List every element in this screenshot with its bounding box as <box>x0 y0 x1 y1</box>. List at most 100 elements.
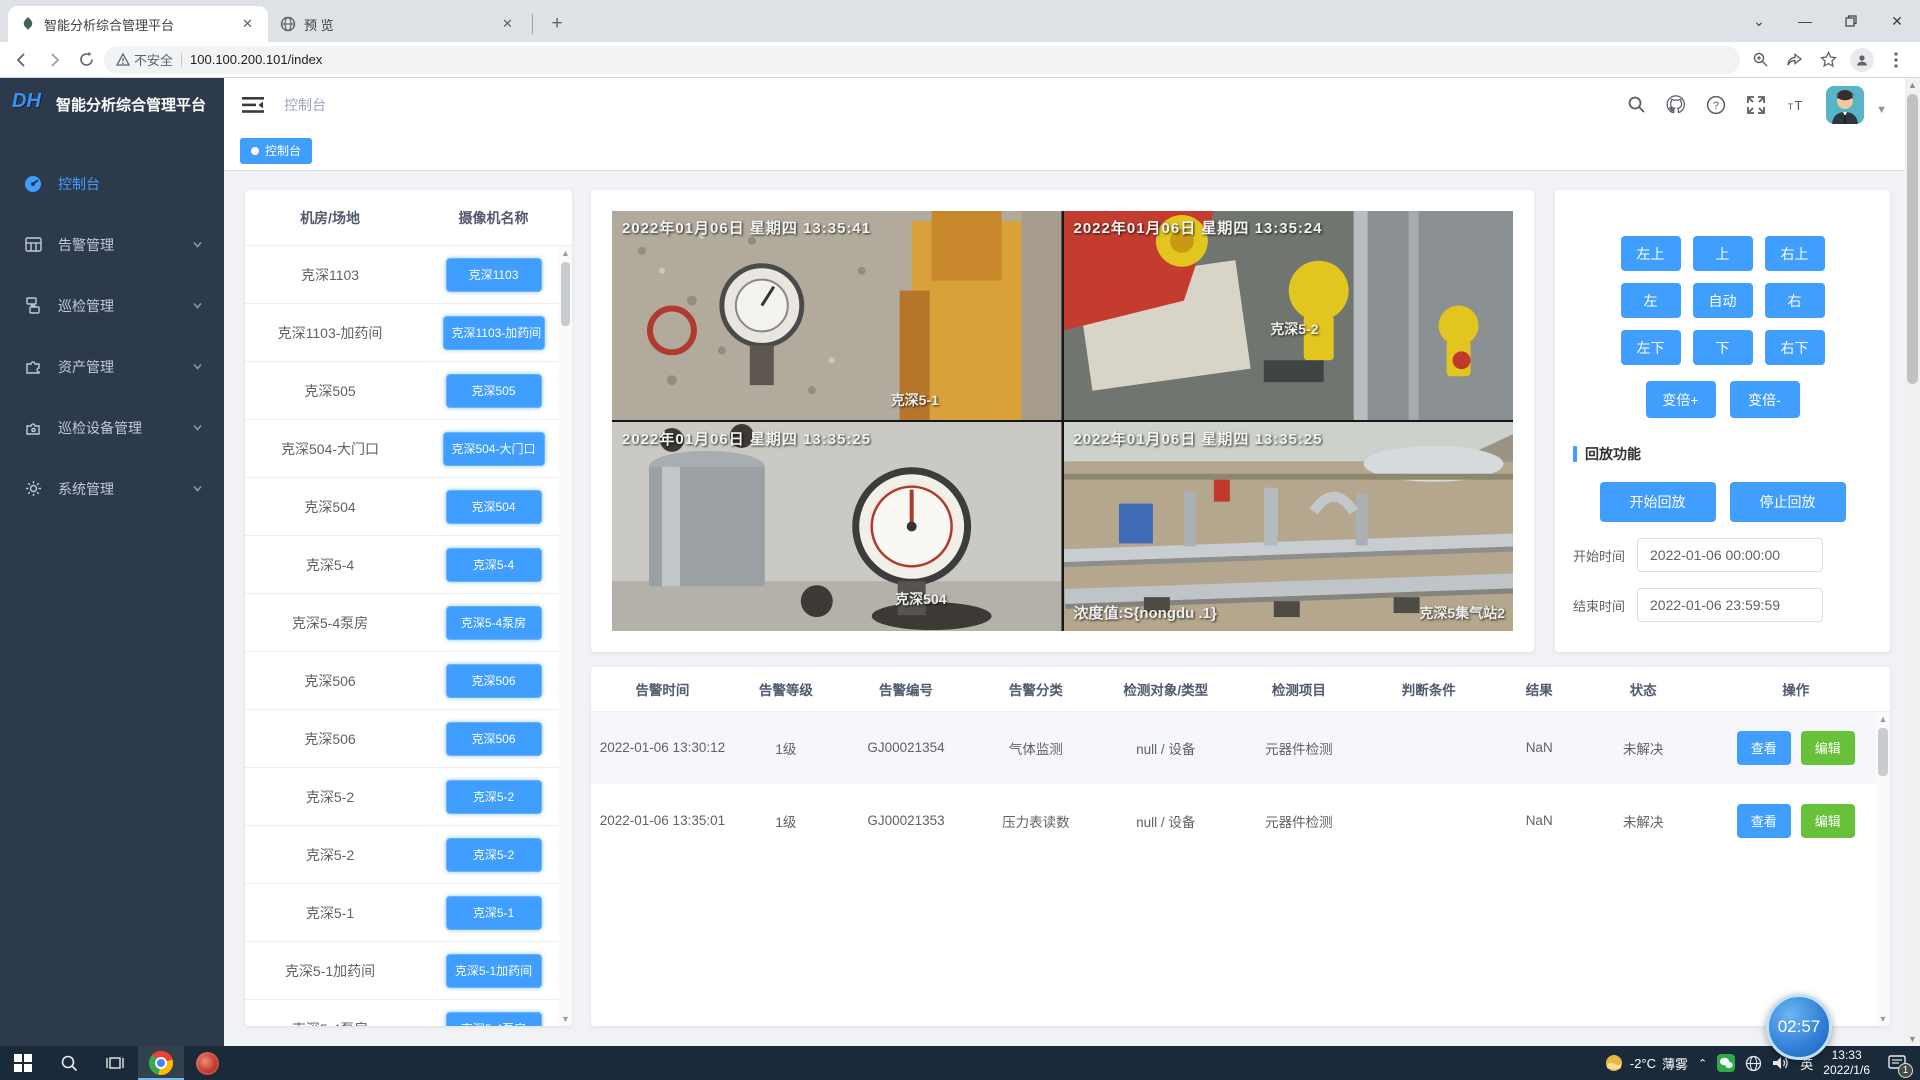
camera-select-button[interactable]: 克深5-2 <box>446 838 542 872</box>
camera-select-button[interactable]: 克深506 <box>446 722 542 756</box>
edit-button[interactable]: 编辑 <box>1801 804 1855 838</box>
camera-list-scrollbar[interactable]: ▲ ▼ <box>559 246 572 1026</box>
camera-select-button[interactable]: 克深505 <box>446 374 542 408</box>
camera-feed-3[interactable]: 2022年01月06日 星期四 13:35:25 克深504 <box>612 422 1062 631</box>
end-time-input[interactable]: 2022-01-06 23:59:59 <box>1637 588 1823 622</box>
sidebar-item-告警管理[interactable]: 告警管理 <box>0 214 224 275</box>
sidebar-item-巡检管理[interactable]: 巡检管理 <box>0 275 224 336</box>
video-camera-label: 克深5-2 <box>1270 319 1318 339</box>
scroll-thumb[interactable] <box>561 262 570 326</box>
new-tab-button[interactable]: + <box>543 10 571 38</box>
help-question-icon[interactable]: ? <box>1706 95 1726 115</box>
avatar-caret-icon[interactable]: ▼ <box>1876 104 1887 116</box>
camera-select-button[interactable]: 克深1103 <box>446 258 542 292</box>
taskbar-search-icon[interactable] <box>46 1046 92 1080</box>
security-warning[interactable]: 不安全 <box>116 50 173 69</box>
browser-tab-preview[interactable]: 预 览 ✕ <box>268 6 528 42</box>
window-restore-button[interactable] <box>1828 0 1874 42</box>
camera-select-button[interactable]: 克深5-2 <box>446 780 542 814</box>
taskbar-clock[interactable]: 13:33 2022/1/6 <box>1823 1048 1870 1078</box>
scroll-up-icon[interactable]: ▲ <box>1908 80 1917 90</box>
browser-tab-platform[interactable]: 智能分析综合管理平台 ✕ <box>8 6 268 42</box>
share-icon[interactable] <box>1782 48 1806 72</box>
browser-menu-icon[interactable] <box>1884 48 1908 72</box>
red-app-icon[interactable] <box>184 1046 230 1080</box>
page-scrollbar[interactable]: ▲ ▼ <box>1905 78 1920 1046</box>
recording-timer-bubble[interactable]: 02:57 <box>1766 994 1832 1060</box>
tab-close-icon[interactable]: ✕ <box>499 16 516 33</box>
network-globe-icon[interactable] <box>1745 1055 1762 1072</box>
browser-profile-icon[interactable] <box>1850 48 1874 72</box>
view-button[interactable]: 查看 <box>1737 804 1791 838</box>
task-view-icon[interactable] <box>92 1046 138 1080</box>
wechat-tray-icon[interactable] <box>1717 1054 1735 1072</box>
camera-feed-4[interactable]: 2022年01月06日 星期四 13:35:25 浓度值:S{nongdu .1… <box>1064 422 1514 631</box>
camera-select-button[interactable]: 克深504-大门口 <box>443 432 545 466</box>
start-playback-button[interactable]: 开始回放 <box>1600 482 1716 522</box>
camera-select-button[interactable]: 克深1103-加药间 <box>443 316 545 350</box>
camera-select-button[interactable]: 克深5-4泵房 <box>446 1012 542 1027</box>
camera-select-button[interactable]: 克深5-4 <box>446 548 542 582</box>
weather-widget[interactable]: -2°C 薄雾 <box>1604 1053 1688 1073</box>
tab-search-chevron-icon[interactable]: ⌄ <box>1736 0 1782 42</box>
sidebar-item-系统管理[interactable]: 系统管理 <box>0 458 224 519</box>
camera-select-button[interactable]: 克深506 <box>446 664 542 698</box>
scroll-down-icon[interactable]: ▼ <box>1879 1014 1888 1024</box>
scroll-up-icon[interactable]: ▲ <box>561 248 570 258</box>
camera-select-button[interactable]: 克深504 <box>446 490 542 524</box>
camera-feed-1[interactable]: 2022年01月06日 星期四 13:35:41 克深5-1 <box>612 211 1062 420</box>
camera-select-button[interactable]: 克深5-1 <box>446 896 542 930</box>
sidebar-item-资产管理[interactable]: 资产管理 <box>0 336 224 397</box>
view-button[interactable]: 查看 <box>1737 731 1791 765</box>
route-tag-console[interactable]: 控制台 <box>240 138 312 164</box>
forward-icon[interactable] <box>40 46 68 74</box>
github-icon[interactable] <box>1666 95 1686 115</box>
ptz-button-左[interactable]: 左 <box>1621 283 1681 318</box>
reload-icon[interactable] <box>72 46 100 74</box>
back-icon[interactable] <box>8 46 36 74</box>
scroll-up-icon[interactable]: ▲ <box>1879 714 1888 724</box>
zoom-in-button[interactable]: 变倍+ <box>1646 381 1716 418</box>
hamburger-icon[interactable] <box>242 96 264 114</box>
tray-expand-icon[interactable]: ⌃ <box>1698 1057 1707 1070</box>
sidebar-item-巡检设备管理[interactable]: 巡检设备管理 <box>0 397 224 458</box>
ptz-button-右上[interactable]: 右上 <box>1765 236 1825 271</box>
address-bar[interactable]: 不安全 100.100.200.101/index <box>104 46 1740 74</box>
camera-select-button[interactable]: 克深5-4泵房 <box>446 606 542 640</box>
start-time-input[interactable]: 2022-01-06 00:00:00 <box>1637 538 1823 572</box>
edit-button[interactable]: 编辑 <box>1801 731 1855 765</box>
start-button[interactable] <box>0 1046 46 1080</box>
search-icon[interactable] <box>1626 95 1646 115</box>
zoom-out-button[interactable]: 变倍- <box>1730 381 1800 418</box>
action-center-icon[interactable]: 1 <box>1880 1046 1914 1080</box>
url-text[interactable]: 100.100.200.101/index <box>190 52 322 67</box>
user-avatar[interactable] <box>1826 86 1864 124</box>
camera-select-button[interactable]: 克深5-1加药间 <box>446 954 542 988</box>
ptz-button-自动[interactable]: 自动 <box>1693 283 1753 318</box>
font-size-icon[interactable]: TT <box>1786 95 1806 115</box>
ptz-button-左下[interactable]: 左下 <box>1621 330 1681 365</box>
ptz-button-上[interactable]: 上 <box>1693 236 1753 271</box>
window-minimize-button[interactable]: — <box>1782 0 1828 42</box>
scroll-thumb[interactable] <box>1907 94 1918 384</box>
inspection-icon <box>24 297 42 315</box>
window-close-button[interactable]: ✕ <box>1874 0 1920 42</box>
ptz-button-右下[interactable]: 右下 <box>1765 330 1825 365</box>
tab-close-icon[interactable]: ✕ <box>239 16 256 33</box>
ptz-button-下[interactable]: 下 <box>1693 330 1753 365</box>
fullscreen-icon[interactable] <box>1746 95 1766 115</box>
ptz-button-左上[interactable]: 左上 <box>1621 236 1681 271</box>
alarm-table-scrollbar[interactable]: ▲ ▼ <box>1876 712 1890 1026</box>
scroll-down-icon[interactable]: ▼ <box>561 1014 570 1024</box>
bookmark-star-icon[interactable] <box>1816 48 1840 72</box>
page-zoom-icon[interactable] <box>1748 48 1772 72</box>
alarm-cell-target: null / 设备 <box>1098 784 1234 857</box>
stop-playback-button[interactable]: 停止回放 <box>1730 482 1846 522</box>
ptz-button-右[interactable]: 右 <box>1765 283 1825 318</box>
scroll-thumb[interactable] <box>1878 728 1888 776</box>
chrome-taskbar-icon[interactable] <box>138 1046 184 1080</box>
breadcrumb[interactable]: 控制台 <box>284 95 326 115</box>
camera-feed-2[interactable]: 2022年01月06日 星期四 13:35:24 克深5-2 <box>1064 211 1514 420</box>
sidebar-item-控制台[interactable]: 控制台 <box>0 153 224 214</box>
scroll-down-icon[interactable]: ▼ <box>1908 1034 1917 1044</box>
